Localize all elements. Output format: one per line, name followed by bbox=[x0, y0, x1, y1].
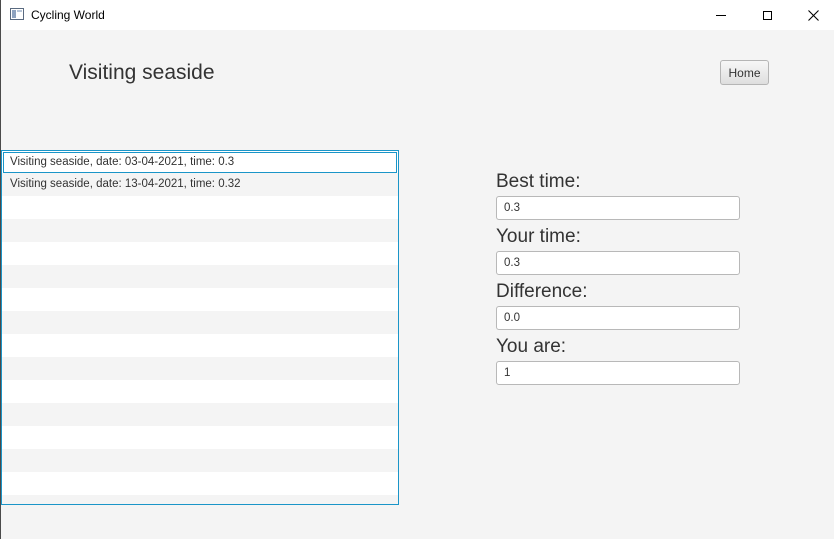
best-time-field[interactable] bbox=[496, 196, 740, 220]
empty-list-row bbox=[2, 426, 398, 449]
empty-list-row bbox=[2, 334, 398, 357]
list-item[interactable]: Visiting seaside, date: 03-04-2021, time… bbox=[3, 152, 397, 173]
page-title: Visiting seaside bbox=[69, 61, 215, 84]
title-bar[interactable]: Cycling World bbox=[1, 0, 834, 30]
empty-list-row bbox=[2, 196, 398, 219]
minimize-button[interactable] bbox=[698, 0, 744, 30]
your-time-field[interactable] bbox=[496, 251, 740, 275]
list-item[interactable]: Visiting seaside, date: 13-04-2021, time… bbox=[2, 173, 398, 196]
maximize-icon bbox=[762, 10, 772, 20]
empty-list-row bbox=[2, 219, 398, 242]
app-window: Cycling World Visiting seaside Home Visi… bbox=[0, 0, 834, 539]
minimize-icon bbox=[716, 14, 726, 16]
you-are-label: You are: bbox=[496, 336, 567, 357]
close-button[interactable] bbox=[790, 0, 834, 30]
maximize-button[interactable] bbox=[744, 0, 790, 30]
ride-list[interactable]: Visiting seaside, date: 03-04-2021, time… bbox=[1, 150, 399, 505]
empty-list-row bbox=[2, 403, 398, 426]
close-icon bbox=[807, 9, 819, 21]
your-time-label: Your time: bbox=[496, 226, 581, 247]
you-are-field[interactable] bbox=[496, 361, 740, 385]
difference-label: Difference: bbox=[496, 281, 588, 302]
empty-list-row bbox=[2, 265, 398, 288]
empty-list-row bbox=[2, 288, 398, 311]
home-button[interactable]: Home bbox=[720, 60, 769, 85]
empty-list-row bbox=[2, 449, 398, 472]
app-window-icon bbox=[10, 8, 24, 20]
empty-list-row bbox=[2, 242, 398, 265]
empty-list-row bbox=[2, 311, 398, 334]
empty-list-row bbox=[2, 472, 398, 495]
difference-field[interactable] bbox=[496, 306, 740, 330]
window-title: Cycling World bbox=[31, 8, 105, 22]
empty-list-row bbox=[2, 380, 398, 403]
empty-list-row bbox=[2, 495, 398, 504]
best-time-label: Best time: bbox=[496, 171, 581, 192]
empty-list-row bbox=[2, 357, 398, 380]
